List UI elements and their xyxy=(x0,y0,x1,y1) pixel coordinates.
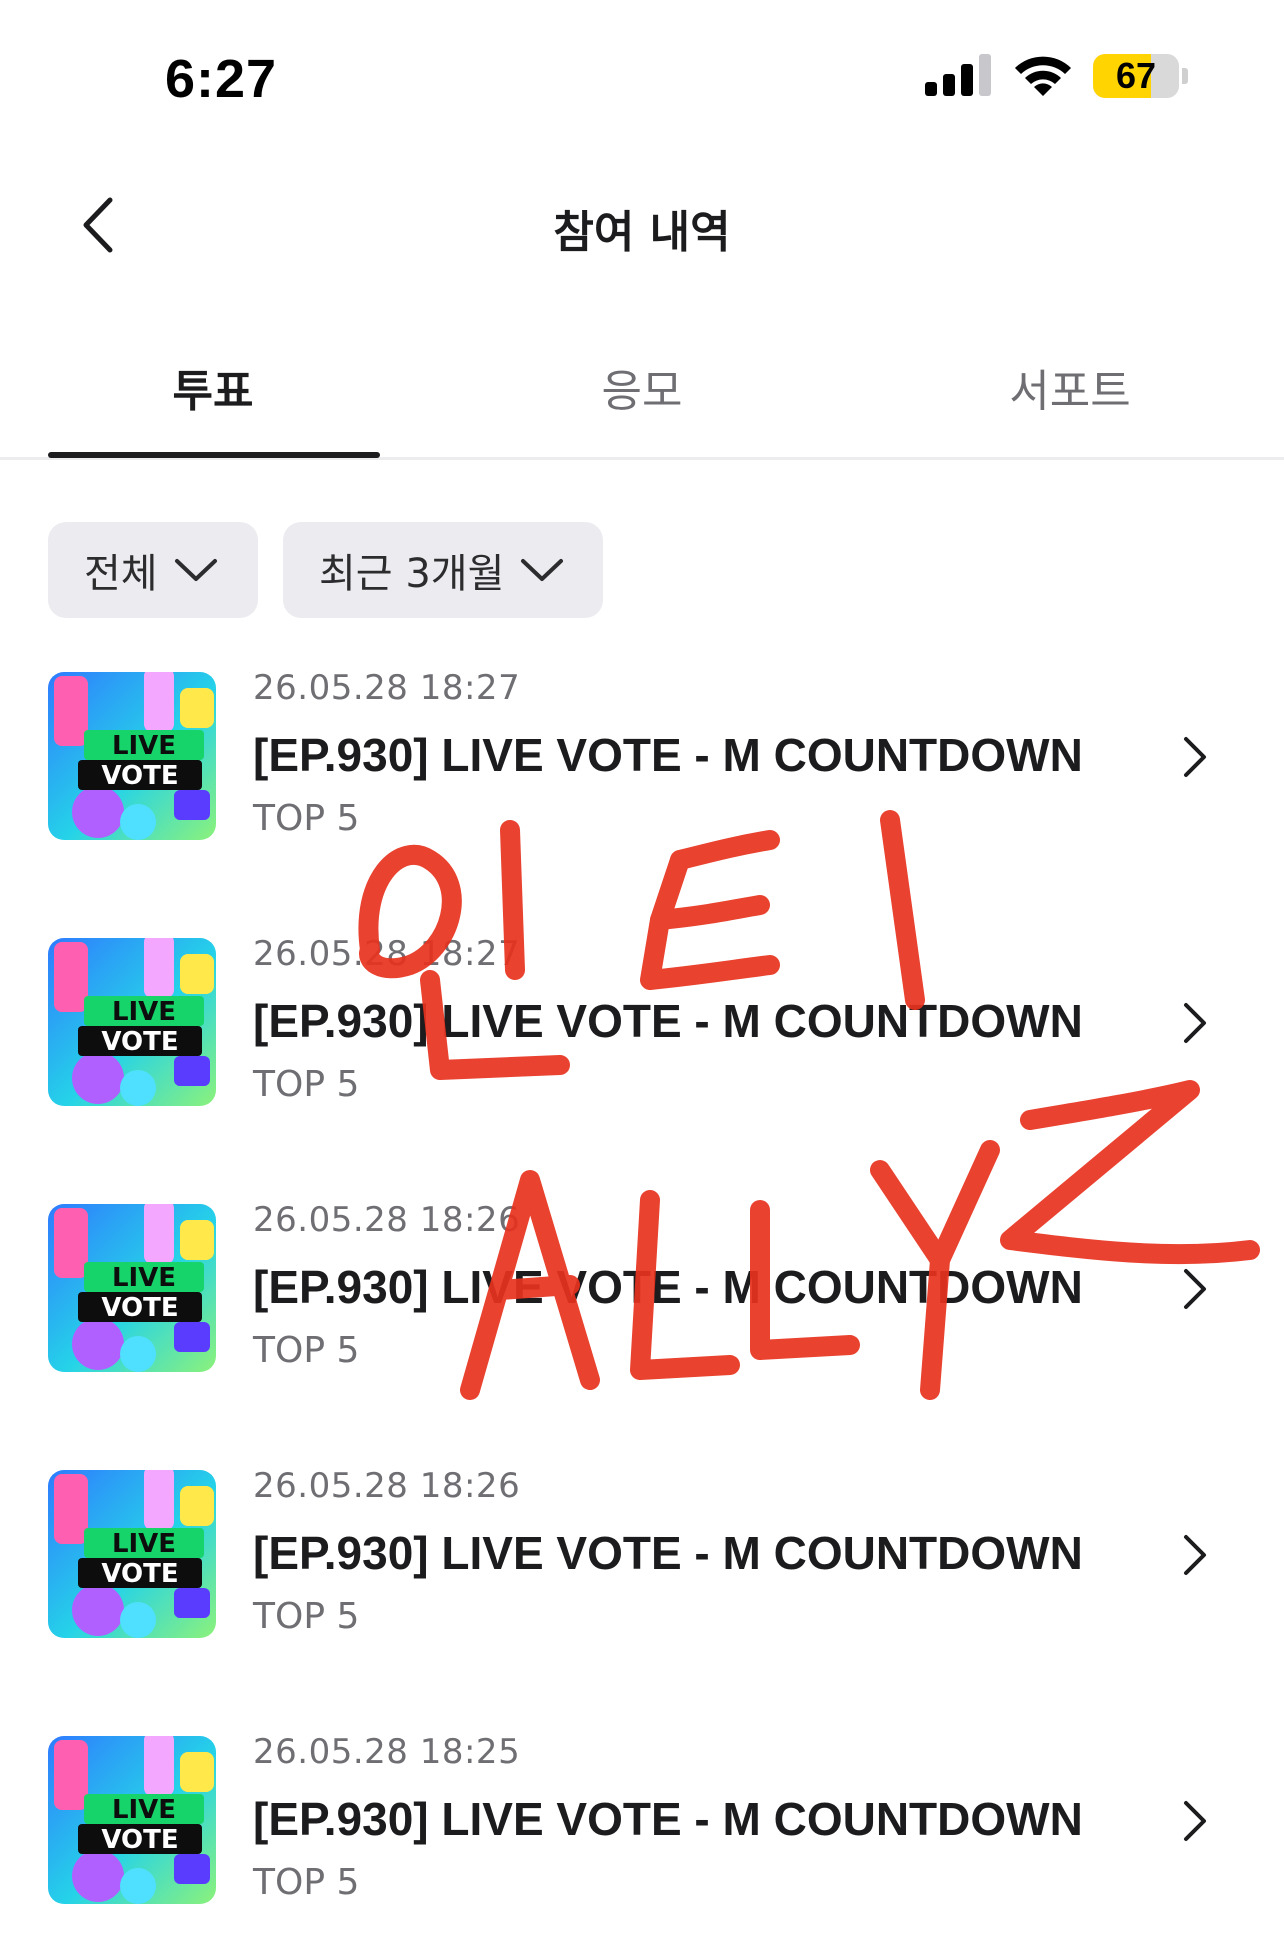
chevron-right-icon xyxy=(1184,1535,1206,1575)
live-vote-thumbnail: LIVE VOTE xyxy=(48,1204,216,1372)
item-title: [EP.930] LIVE VOTE - M COUNTDOWN xyxy=(253,1527,1083,1579)
item-date: 26.05.28 18:27 xyxy=(253,668,521,708)
status-time: 6:27 xyxy=(165,49,278,109)
vote-history-item[interactable]: LIVE VOTE 26.05.28 18:27 [EP.930] LIVE V… xyxy=(0,660,1284,860)
thumbnail-live-text: LIVE xyxy=(112,1795,176,1825)
page-title: 참여 내역 xyxy=(553,207,731,258)
item-title: [EP.930] LIVE VOTE - M COUNTDOWN xyxy=(253,1261,1083,1313)
item-date: 26.05.28 18:27 xyxy=(253,934,521,974)
item-date: 26.05.28 18:25 xyxy=(253,1732,521,1772)
status-bar: 6:27 67 xyxy=(0,0,1284,150)
chevron-down-icon xyxy=(174,559,217,581)
item-subtitle: TOP 5 xyxy=(253,1596,360,1637)
battery-level: 67 xyxy=(1115,55,1157,96)
item-subtitle: TOP 5 xyxy=(253,1330,360,1371)
live-vote-thumbnail: LIVE VOTE xyxy=(48,1470,216,1638)
vote-history-item[interactable]: LIVE VOTE 26.05.28 18:26 [EP.930] LIVE V… xyxy=(0,1458,1284,1658)
live-vote-thumbnail: LIVE VOTE xyxy=(48,938,216,1106)
period-filter-label: 최근 3개월 xyxy=(319,551,505,597)
screen: 6:27 67 참여 내역 투표 응모 서포트 전체 최근 3개월 LIVE V… xyxy=(0,0,1284,1947)
thumbnail-live-text: LIVE xyxy=(112,997,176,1027)
item-title: [EP.930] LIVE VOTE - M COUNTDOWN xyxy=(253,729,1083,781)
thumbnail-live-text: LIVE xyxy=(112,1529,176,1559)
item-title: [EP.930] LIVE VOTE - M COUNTDOWN xyxy=(253,995,1083,1047)
battery-icon: 67 xyxy=(1093,54,1189,98)
thumbnail-vote-text: VOTE xyxy=(101,1293,178,1323)
wifi-icon xyxy=(1015,56,1071,96)
thumbnail-vote-text: VOTE xyxy=(101,1825,178,1855)
period-filter-dropdown[interactable]: 최근 3개월 xyxy=(283,522,603,618)
item-subtitle: TOP 5 xyxy=(253,798,360,839)
category-filter-dropdown[interactable]: 전체 xyxy=(48,522,258,618)
thumbnail-live-text: LIVE xyxy=(112,731,176,761)
thumbnail-vote-text: VOTE xyxy=(101,761,178,791)
vote-history-item[interactable]: LIVE VOTE 26.05.28 18:25 [EP.930] LIVE V… xyxy=(0,1724,1284,1924)
chevron-right-icon xyxy=(1184,1003,1206,1043)
live-vote-thumbnail: LIVE VOTE xyxy=(48,1736,216,1904)
vote-history-item[interactable]: LIVE VOTE 26.05.28 18:26 [EP.930] LIVE V… xyxy=(0,1192,1284,1392)
tab-vote[interactable]: 투표 xyxy=(48,355,378,419)
active-tab-indicator xyxy=(48,452,380,458)
chevron-right-icon xyxy=(1184,1269,1206,1309)
vote-history-item[interactable]: LIVE VOTE 26.05.28 18:27 [EP.930] LIVE V… xyxy=(0,926,1284,1126)
item-subtitle: TOP 5 xyxy=(253,1064,360,1105)
item-subtitle: TOP 5 xyxy=(253,1862,360,1903)
chevron-right-icon xyxy=(1184,737,1206,777)
live-vote-thumbnail: LIVE VOTE xyxy=(48,672,216,840)
item-date: 26.05.28 18:26 xyxy=(253,1200,521,1240)
tab-bar: 투표 응모 서포트 xyxy=(0,330,1284,460)
thumbnail-vote-text: VOTE xyxy=(101,1027,178,1057)
item-date: 26.05.28 18:26 xyxy=(253,1466,521,1506)
chevron-right-icon xyxy=(1184,1801,1206,1841)
item-title: [EP.930] LIVE VOTE - M COUNTDOWN xyxy=(253,1793,1083,1845)
cellular-signal-icon xyxy=(925,54,991,96)
thumbnail-live-text: LIVE xyxy=(112,1263,176,1293)
thumbnail-vote-text: VOTE xyxy=(101,1559,178,1589)
tab-support[interactable]: 서포트 xyxy=(905,355,1235,419)
category-filter-label: 전체 xyxy=(84,551,158,597)
nav-header: 참여 내역 xyxy=(0,150,1284,300)
tab-apply[interactable]: 응모 xyxy=(477,355,807,419)
chevron-down-icon xyxy=(521,559,564,581)
